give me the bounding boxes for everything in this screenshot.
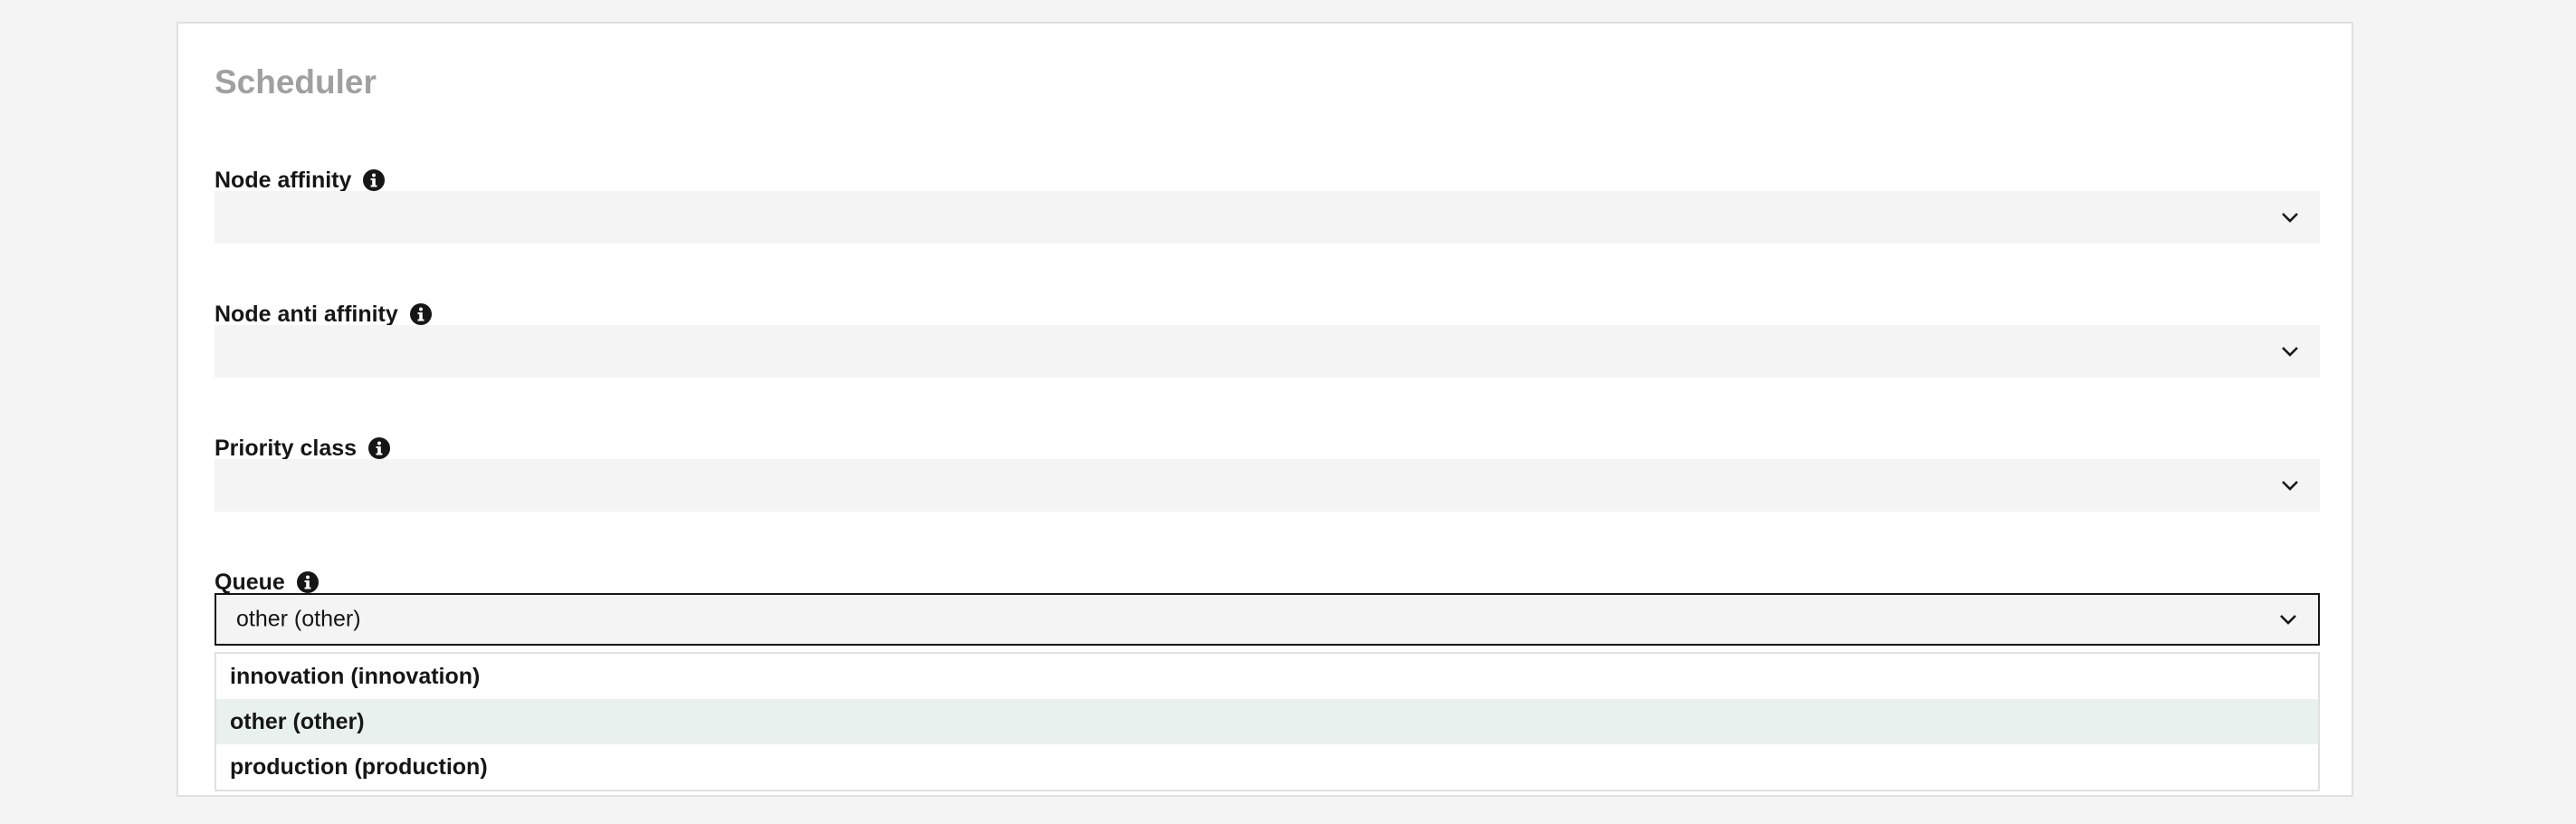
chevron-down-icon — [2282, 481, 2298, 491]
queue-label-row: Queue — [215, 570, 320, 594]
queue-option-production[interactable]: production (production) — [216, 744, 2318, 790]
queue-select[interactable]: other (other) — [215, 593, 2320, 646]
queue-option-innovation[interactable]: innovation (innovation) — [216, 654, 2318, 699]
scheduler-panel: Scheduler Node affinity Node anti affini… — [177, 22, 2353, 797]
priority-class-label: Priority class — [215, 435, 358, 461]
info-icon[interactable] — [409, 302, 433, 326]
queue-value: other (other) — [236, 606, 361, 632]
node-affinity-select[interactable] — [215, 191, 2320, 244]
chevron-down-icon — [2282, 213, 2298, 223]
node-affinity-label-row: Node affinity — [215, 168, 386, 192]
queue-label: Queue — [215, 569, 285, 595]
chevron-down-icon — [2282, 347, 2298, 357]
node-anti-affinity-label: Node anti affinity — [215, 301, 398, 327]
chevron-down-icon — [2280, 615, 2296, 625]
priority-class-select[interactable] — [215, 459, 2320, 512]
info-icon[interactable] — [367, 436, 391, 460]
info-icon[interactable] — [296, 570, 320, 594]
node-affinity-label: Node affinity — [215, 167, 352, 193]
info-icon[interactable] — [362, 168, 386, 192]
section-title: Scheduler — [215, 63, 377, 101]
queue-dropdown-menu: innovation (innovation) other (other) pr… — [215, 652, 2320, 791]
node-anti-affinity-select[interactable] — [215, 325, 2320, 378]
queue-option-other[interactable]: other (other) — [216, 699, 2318, 744]
node-anti-affinity-label-row: Node anti affinity — [215, 302, 433, 326]
priority-class-label-row: Priority class — [215, 436, 391, 460]
